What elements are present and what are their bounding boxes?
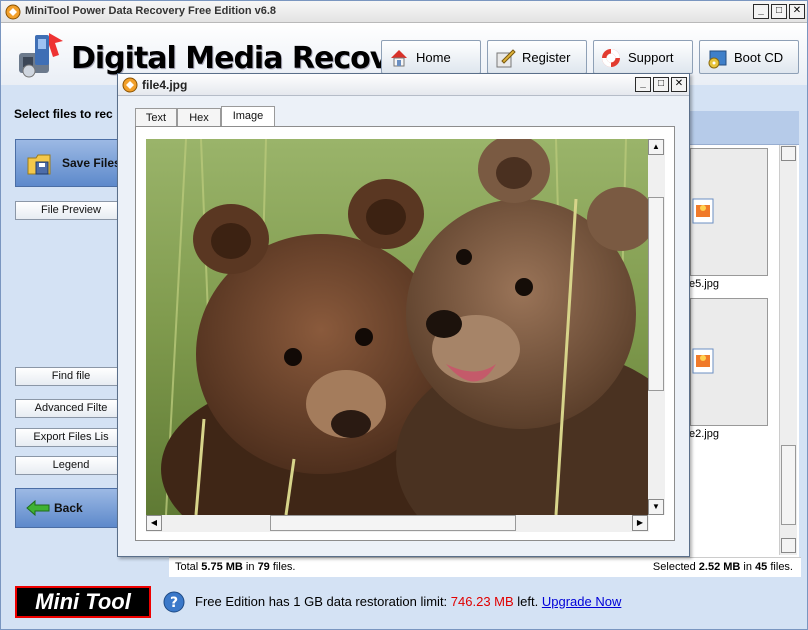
bear-cubs-photo <box>146 139 648 515</box>
dialog-title: file4.jpg <box>142 78 188 92</box>
scroll-up-button[interactable] <box>781 146 796 161</box>
thumbnail-filename: e5.jpg <box>689 278 719 290</box>
scroll-right-button[interactable]: ▶ <box>632 515 648 531</box>
home-icon <box>391 50 407 67</box>
help-icon[interactable]: ? <box>163 591 185 613</box>
export-files-list-button[interactable]: Export Files Lis <box>15 428 127 447</box>
preview-horizontal-scrollbar[interactable]: ◀ ▶ <box>146 515 649 532</box>
lifebuoy-icon <box>602 49 620 67</box>
find-file-button[interactable]: Find file <box>15 367 127 386</box>
digital-media-icon <box>19 33 63 78</box>
advanced-filter-button[interactable]: Advanced Filte <box>15 399 127 418</box>
back-label: Back <box>54 501 83 515</box>
selected-files-status: Selected 2.52 MB in 45 files. <box>652 561 793 573</box>
image-tab-panel: ▲ ▼ ◀ ▶ <box>135 126 675 541</box>
close-button[interactable]: ✕ <box>789 4 805 19</box>
upgrade-now-link[interactable]: Upgrade Now <box>542 594 622 609</box>
select-files-label: Select files to rec <box>14 107 113 121</box>
remaining-amount: 746.23 MB <box>450 594 514 609</box>
app-icon <box>5 4 21 20</box>
horizontal-scroll-thumb[interactable] <box>270 515 516 531</box>
back-arrow-icon <box>26 500 50 516</box>
dialog-minimize-button[interactable]: _ <box>635 77 651 92</box>
restoration-limit-message: Free Edition has 1 GB data restoration l… <box>195 594 622 609</box>
save-files-button[interactable]: Save Files <box>15 139 127 187</box>
dialog-app-icon <box>122 77 138 93</box>
tab-hex[interactable]: Hex <box>177 108 221 127</box>
scroll-down-button[interactable] <box>781 538 796 553</box>
back-button[interactable]: Back <box>15 488 127 528</box>
maximize-button[interactable]: □ <box>771 4 787 19</box>
register-icon <box>496 49 516 68</box>
tab-image[interactable]: Image <box>221 106 275 127</box>
scroll-up-button[interactable]: ▲ <box>648 139 664 155</box>
save-files-icon <box>27 154 51 175</box>
minimize-button[interactable]: _ <box>753 4 769 19</box>
file-preview-button[interactable]: File Preview <box>15 201 127 220</box>
minitool-logo: Mini Tool <box>15 586 151 618</box>
thumbnail-filename: e2.jpg <box>689 428 719 440</box>
image-file-icon <box>692 198 714 224</box>
legend-button[interactable]: Legend <box>15 456 127 475</box>
footer: Mini Tool ? Free Edition has 1 GB data r… <box>1 577 807 629</box>
boot-cd-icon <box>708 50 727 69</box>
save-files-label: Save Files <box>62 156 121 170</box>
support-button[interactable]: Support <box>593 40 693 74</box>
boot-cd-button[interactable]: Boot CD <box>699 40 799 74</box>
dialog-maximize-button[interactable]: □ <box>653 77 669 92</box>
file-preview-dialog: file4.jpg _ □ ✕ Text Hex Image ▲ ▼ ◀ ▶ <box>117 73 690 557</box>
totals-bar: Total 5.75 MB in 79 files. Selected 2.52… <box>169 557 801 577</box>
dialog-close-button[interactable]: ✕ <box>671 77 687 92</box>
total-files-status: Total 5.75 MB in 79 files. <box>175 561 296 573</box>
scroll-left-button[interactable]: ◀ <box>146 515 162 531</box>
tab-text[interactable]: Text <box>135 108 177 127</box>
register-button[interactable]: Register <box>487 40 587 74</box>
image-file-icon <box>692 348 714 374</box>
dialog-title-bar: file4.jpg _ □ ✕ <box>118 74 689 96</box>
window-title: MiniTool Power Data Recovery Free Editio… <box>25 5 277 17</box>
left-panel: Select files to rec Save Files File Prev… <box>1 85 127 575</box>
vertical-scroll-thumb[interactable] <box>648 197 664 391</box>
home-button[interactable]: Home <box>381 40 481 74</box>
svg-text:?: ? <box>170 595 178 611</box>
title-bar: MiniTool Power Data Recovery Free Editio… <box>1 1 807 23</box>
scroll-down-button[interactable]: ▼ <box>648 499 664 515</box>
file-list-scrollbar[interactable] <box>779 145 797 555</box>
image-preview <box>146 139 648 515</box>
scroll-thumb[interactable] <box>781 445 796 525</box>
preview-vertical-scrollbar[interactable]: ▲ ▼ <box>648 139 665 515</box>
